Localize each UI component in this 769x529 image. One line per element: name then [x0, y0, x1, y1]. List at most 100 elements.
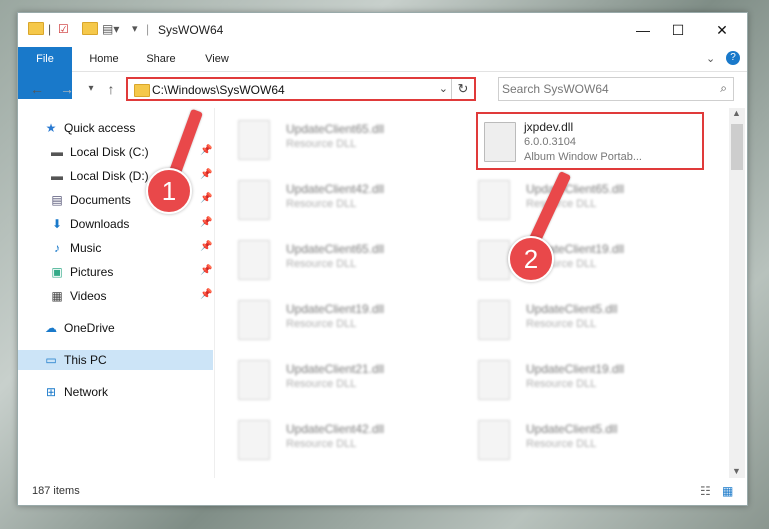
list-item[interactable]: UpdateClient65.dll Resource DLL [218, 234, 448, 286]
file-name: UpdateClient42.dll [286, 182, 385, 196]
file-desc: Resource DLL [286, 258, 357, 270]
ribbon: File Home Share View ⌄ ? [18, 47, 747, 99]
refresh-icon[interactable]: ↻ [451, 79, 474, 99]
file-name: jxpdev.dll [524, 120, 574, 134]
drive-icon: ▬ [51, 169, 63, 183]
download-icon: ⬇ [51, 217, 63, 231]
nav-item-music[interactable]: ♪ Music [50, 238, 101, 258]
customize-icon[interactable]: ▤▾ [102, 22, 119, 38]
file-name: UpdateClient65.dll [526, 182, 625, 196]
nav-onedrive[interactable]: ☁ OneDrive [44, 318, 115, 338]
address-path[interactable]: C:\Windows\SysWOW64 [152, 83, 285, 97]
list-item[interactable]: UpdateClient19.dll Resource DLL [458, 234, 688, 286]
pin-icon[interactable]: 📌 [200, 265, 212, 276]
dll-file-icon [478, 300, 510, 340]
pin-icon[interactable]: 📌 [200, 169, 212, 180]
up-icon[interactable]: ↑ [102, 80, 120, 98]
tab-view[interactable]: View [196, 47, 238, 71]
list-item[interactable]: UpdateClient42.dll Resource DLL [218, 414, 448, 466]
annotation-circle-1: 1 [146, 168, 192, 214]
list-item[interactable]: UpdateClient5.dll Resource DLL [458, 294, 688, 346]
pin-icon[interactable]: 📌 [200, 193, 212, 204]
back-icon[interactable]: ← [28, 80, 46, 98]
folder-icon[interactable] [28, 22, 44, 35]
pin-icon[interactable]: 📌 [200, 217, 212, 228]
dll-file-icon [484, 122, 516, 162]
file-version: 6.0.0.3104 [524, 136, 576, 148]
vertical-scrollbar[interactable]: ▲ ▼ [729, 108, 745, 478]
list-item[interactable]: UpdateClient5.dll Resource DLL [458, 414, 688, 466]
file-desc: Resource DLL [526, 318, 597, 330]
file-name: UpdateClient21.dll [286, 362, 385, 376]
scroll-down-icon[interactable]: ▼ [732, 466, 741, 476]
nav-item-local-disk-d[interactable]: ▬ Local Disk (D:) [50, 166, 149, 186]
folder-icon [134, 84, 150, 97]
pin-icon[interactable]: 📌 [200, 145, 212, 156]
maximize-icon[interactable]: ☐ [658, 19, 698, 41]
nav-this-pc[interactable]: ▭ This PC [18, 350, 213, 370]
file-name: UpdateClient19.dll [286, 302, 385, 316]
help-icon[interactable]: ? [726, 51, 740, 65]
nav-label: Local Disk (C:) [70, 145, 149, 159]
file-desc: Resource DLL [286, 438, 357, 450]
scrollbar-thumb[interactable] [731, 124, 743, 170]
pin-icon[interactable]: 📌 [200, 289, 212, 300]
dll-file-icon [238, 300, 270, 340]
nav-label: Local Disk (D:) [70, 169, 149, 183]
address-bar[interactable]: C:\Windows\SysWOW64 ⌄ ↻ [126, 77, 476, 101]
nav-label: Music [70, 241, 102, 255]
file-desc: Resource DLL [286, 318, 357, 330]
pictures-icon: ▣ [51, 265, 63, 279]
nav-item-downloads[interactable]: ⬇ Downloads [50, 214, 129, 234]
drive-icon: ▬ [51, 145, 63, 159]
file-desc: Album Window Portab... [524, 151, 642, 163]
list-item[interactable]: UpdateClient19.dll Resource DLL [458, 354, 688, 406]
highlighted-file-jxpdev[interactable]: jxpdev.dll 6.0.0.3104 Album Window Porta… [476, 112, 704, 170]
nav-label: Documents [70, 193, 131, 207]
dll-file-icon [238, 240, 270, 280]
nav-label: Videos [70, 289, 107, 303]
file-desc: Resource DLL [286, 138, 357, 150]
tab-home[interactable]: Home [80, 47, 128, 71]
list-item[interactable]: UpdateClient42.dll Resource DLL [218, 174, 448, 226]
forward-icon[interactable]: → [58, 80, 76, 98]
list-item[interactable]: UpdateClient65.dll Resource DLL [458, 174, 688, 226]
nav-label: Downloads [70, 217, 130, 231]
item-count: 187 items [32, 485, 80, 497]
new-folder-icon[interactable] [82, 22, 98, 35]
search-input[interactable]: Search SysWOW64 ⌕ [498, 77, 734, 101]
dll-file-icon [478, 360, 510, 400]
close-icon[interactable]: ✕ [702, 19, 742, 41]
nav-item-pictures[interactable]: ▣ Pictures [50, 262, 113, 282]
list-item[interactable]: UpdateClient21.dll Resource DLL [218, 354, 448, 406]
large-icons-view-icon[interactable]: ▦ [722, 484, 733, 498]
nav-item-documents[interactable]: ▤ Documents [50, 190, 131, 210]
minimize-icon[interactable]: — [623, 19, 663, 41]
dll-file-icon [238, 360, 270, 400]
file-name: UpdateClient5.dll [526, 422, 618, 436]
expand-ribbon-icon[interactable]: ⌄ [706, 52, 715, 65]
scroll-up-icon[interactable]: ▲ [732, 108, 741, 118]
chevron-down-icon[interactable]: ⌄ [439, 82, 448, 95]
tab-share[interactable]: Share [138, 47, 184, 71]
nav-network[interactable]: ⊞ Network [44, 382, 108, 402]
status-bar: 187 items ☷ ▦ [18, 479, 747, 505]
documents-icon: ▤ [51, 193, 63, 207]
list-item[interactable]: UpdateClient19.dll Resource DLL [218, 294, 448, 346]
window-title: SysWOW64 [158, 23, 224, 37]
nav-quick-access[interactable]: ★ Quick access [44, 118, 136, 138]
file-list: UpdateClient65.dll Resource DLL UpdateCli… [218, 108, 728, 478]
search-icon[interactable]: ⌕ [720, 81, 727, 96]
details-view-icon[interactable]: ☷ [700, 484, 711, 498]
recent-locations-icon[interactable]: ▾ [82, 80, 100, 98]
pin-icon[interactable]: 📌 [200, 241, 212, 252]
file-name: UpdateClient65.dll [286, 122, 385, 136]
nav-item-videos[interactable]: ▦ Videos [50, 286, 106, 306]
properties-icon[interactable]: ☑ [58, 22, 69, 38]
list-item[interactable]: UpdateClient65.dll Resource DLL [218, 114, 448, 166]
music-icon: ♪ [54, 241, 60, 255]
nav-label: Quick access [64, 121, 136, 135]
quick-access-dropdown-icon[interactable]: ▾ [132, 22, 138, 38]
computer-icon: ▭ [45, 353, 57, 367]
nav-item-local-disk-c[interactable]: ▬ Local Disk (C:) [50, 142, 149, 162]
